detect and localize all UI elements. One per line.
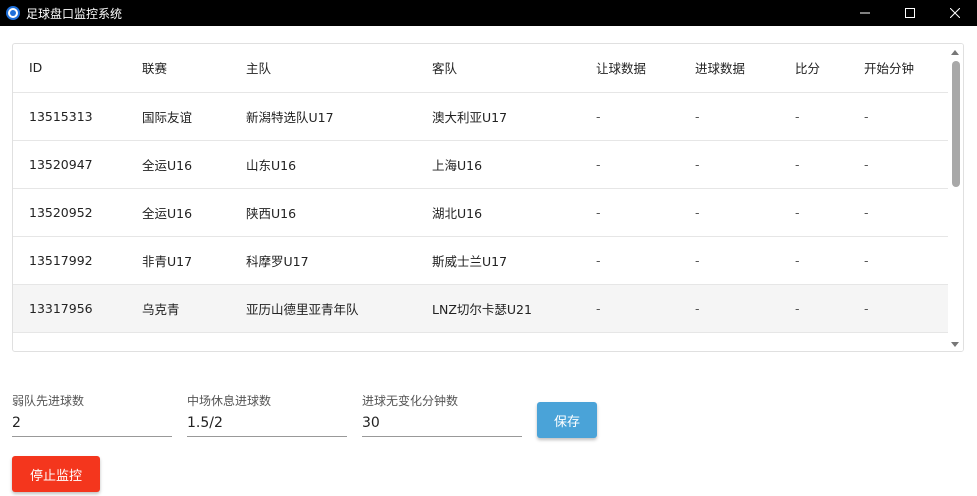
cell-league: 全运U16 bbox=[142, 205, 193, 221]
cell-goals-data: - bbox=[695, 300, 700, 316]
window-title: 足球盘口监控系统 bbox=[26, 6, 123, 21]
cell-away-team: 澳大利亚U17 bbox=[432, 109, 508, 125]
cell-start-minute: - bbox=[864, 204, 869, 220]
vertical-scrollbar[interactable] bbox=[948, 44, 963, 351]
scroll-down-arrow-icon[interactable] bbox=[951, 342, 959, 347]
cell-goals-data: - bbox=[695, 156, 700, 172]
cell-home-team: 新潟特选队U17 bbox=[246, 109, 334, 125]
save-button[interactable]: 保存 bbox=[537, 402, 597, 438]
title-bar[interactable]: 足球盘口监控系统 bbox=[0, 0, 977, 26]
cell-score bbox=[779, 332, 848, 351]
table-row-hovered[interactable]: 13317956 乌克青 亚历山德里亚青年队 LNZ切尔卡瑟U21 - - - … bbox=[13, 284, 949, 332]
cell-id: 13520952 bbox=[29, 204, 93, 220]
cell-away-team bbox=[416, 332, 580, 351]
cell-goals-data: - bbox=[695, 204, 700, 220]
maximize-icon bbox=[904, 8, 915, 18]
cell-away-team: 斯威士兰U17 bbox=[432, 253, 508, 269]
cell-handicap-data: - bbox=[596, 252, 601, 268]
no-change-minutes-label: 进球无变化分钟数 bbox=[362, 394, 459, 408]
cell-away-team: 湖北U16 bbox=[432, 205, 483, 221]
cell-id: 13517992 bbox=[29, 252, 93, 268]
window-controls bbox=[842, 0, 977, 26]
no-change-minutes-field: 进球无变化分钟数 bbox=[362, 393, 522, 437]
cell-score: - bbox=[795, 204, 800, 220]
table-row[interactable]: 13515313 国际友谊 新潟特选队U17 澳大利亚U17 - - - - bbox=[13, 92, 949, 140]
header-start-minute[interactable]: 开始分钟 bbox=[848, 44, 949, 92]
cell-id bbox=[13, 332, 126, 351]
cell-home-team: 科摩罗U17 bbox=[246, 253, 309, 269]
cell-score: - bbox=[795, 108, 800, 124]
cell-home-team bbox=[230, 332, 416, 351]
cell-goals-data bbox=[679, 332, 779, 351]
cell-start-minute: - bbox=[864, 252, 869, 268]
cell-league: 乌克青 bbox=[142, 301, 180, 317]
minimize-icon bbox=[859, 12, 870, 14]
close-button[interactable] bbox=[932, 0, 977, 26]
cell-away-team: 上海U16 bbox=[432, 157, 483, 173]
app-logo-icon bbox=[6, 6, 20, 20]
cell-league bbox=[126, 332, 230, 351]
header-handicap-data[interactable]: 让球数据 bbox=[580, 44, 679, 92]
cell-home-team: 山东U16 bbox=[246, 157, 297, 173]
header-league[interactable]: 联赛 bbox=[126, 44, 230, 92]
cell-score: - bbox=[795, 300, 800, 316]
table-row[interactable]: 13520952 全运U16 陕西U16 湖北U16 - - - - bbox=[13, 188, 949, 236]
header-score[interactable]: 比分 bbox=[779, 44, 848, 92]
no-change-minutes-input[interactable] bbox=[362, 409, 522, 437]
cell-handicap-data: - bbox=[596, 108, 601, 124]
cell-goals-data: - bbox=[695, 252, 700, 268]
cell-handicap-data: - bbox=[596, 300, 601, 316]
cell-goals-data: - bbox=[695, 108, 700, 124]
stop-monitoring-button[interactable]: 停止监控 bbox=[12, 456, 100, 492]
cell-score: - bbox=[795, 156, 800, 172]
cell-handicap-data bbox=[580, 332, 679, 351]
match-table-container: ID 联赛 主队 客队 让球数据 进球数据 比分 开始分钟 13515313 国… bbox=[12, 43, 964, 352]
weak-team-first-goal-field: 弱队先进球数 bbox=[12, 393, 172, 437]
table-row[interactable]: 13517992 非青U17 科摩罗U17 斯威士兰U17 - - - - bbox=[13, 236, 949, 284]
cell-handicap-data: - bbox=[596, 204, 601, 220]
minimize-button[interactable] bbox=[842, 0, 887, 26]
cell-handicap-data: - bbox=[596, 156, 601, 172]
weak-team-first-goal-input[interactable] bbox=[12, 409, 172, 437]
cell-start-minute: - bbox=[864, 300, 869, 316]
weak-team-first-goal-label: 弱队先进球数 bbox=[12, 394, 85, 408]
header-away-team[interactable]: 客队 bbox=[416, 44, 580, 92]
match-table: ID 联赛 主队 客队 让球数据 进球数据 比分 开始分钟 13515313 国… bbox=[13, 44, 949, 351]
cell-id: 13317956 bbox=[29, 300, 93, 316]
cell-start-minute: - bbox=[864, 108, 869, 124]
table-row-partial[interactable] bbox=[13, 332, 949, 351]
cell-league: 国际友谊 bbox=[142, 109, 193, 125]
cell-away-team: LNZ切尔卡瑟U21 bbox=[432, 301, 532, 317]
cell-start-minute bbox=[848, 332, 949, 351]
close-icon bbox=[949, 8, 960, 18]
maximize-button[interactable] bbox=[887, 0, 932, 26]
match-table-viewport[interactable]: ID 联赛 主队 客队 让球数据 进球数据 比分 开始分钟 13515313 国… bbox=[13, 44, 949, 351]
scrollbar-thumb[interactable] bbox=[952, 61, 960, 187]
header-id[interactable]: ID bbox=[13, 44, 126, 92]
cell-league: 非青U17 bbox=[142, 253, 193, 269]
app-window: 足球盘口监控系统 ID 联赛 主队 客队 让球数据 进球数据 比分 开始分钟 1… bbox=[0, 0, 977, 496]
cell-start-minute: - bbox=[864, 156, 869, 172]
cell-home-team: 亚历山德里亚青年队 bbox=[246, 301, 359, 317]
cell-league: 全运U16 bbox=[142, 157, 193, 173]
halftime-goals-field: 中场休息进球数 bbox=[187, 393, 347, 437]
header-goals-data[interactable]: 进球数据 bbox=[679, 44, 779, 92]
table-header-row: ID 联赛 主队 客队 让球数据 进球数据 比分 开始分钟 bbox=[13, 44, 949, 92]
scroll-up-arrow-icon[interactable] bbox=[951, 50, 959, 55]
halftime-goals-label: 中场休息进球数 bbox=[187, 394, 272, 408]
cell-id: 13515313 bbox=[29, 108, 93, 124]
cell-id: 13520947 bbox=[29, 156, 93, 172]
table-row[interactable]: 13520947 全运U16 山东U16 上海U16 - - - - bbox=[13, 140, 949, 188]
cell-home-team: 陕西U16 bbox=[246, 205, 297, 221]
header-home-team[interactable]: 主队 bbox=[230, 44, 416, 92]
cell-score: - bbox=[795, 252, 800, 268]
halftime-goals-input[interactable] bbox=[187, 409, 347, 437]
